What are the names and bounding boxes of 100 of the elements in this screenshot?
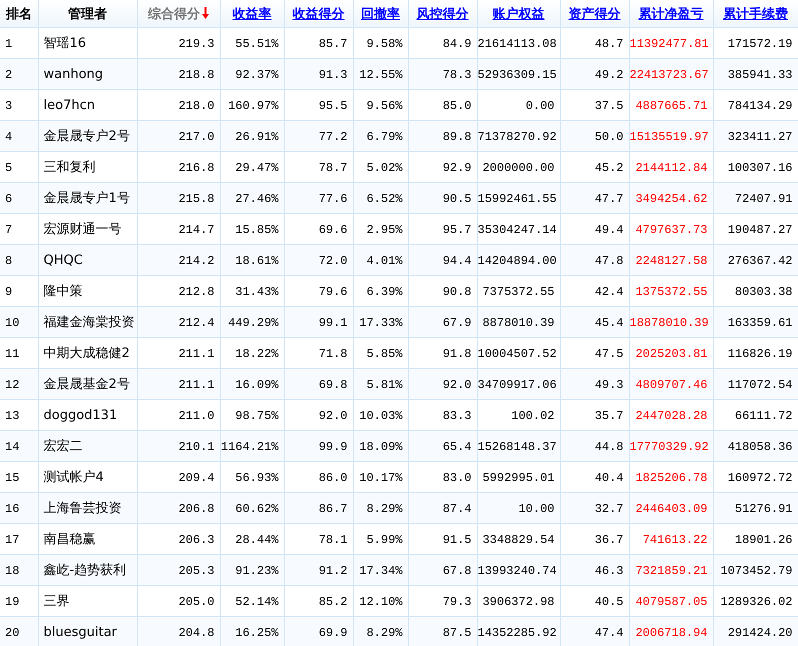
table-cell: 218.8 xyxy=(178,68,214,82)
table-cell: 10.03% xyxy=(359,408,402,422)
table-cell: 92.0 xyxy=(318,408,348,422)
table-cell: 26.91% xyxy=(235,130,278,144)
table-cell: 9 xyxy=(5,284,12,298)
table-cell: 4079587.05 xyxy=(635,594,708,608)
column-header: 管理者 xyxy=(68,6,107,20)
table-cell: 47.5 xyxy=(594,346,624,360)
table-cell: 2006718.94 xyxy=(635,626,708,640)
table-cell: 55.51% xyxy=(235,36,278,50)
table-cell: 78.7 xyxy=(318,160,348,174)
table-cell: 49.3 xyxy=(594,378,624,392)
table-cell: 12 xyxy=(5,378,20,392)
table-cell: 8878010.39 xyxy=(482,316,554,330)
table-cell: 1 xyxy=(5,36,12,50)
table-cell: 84.9 xyxy=(442,36,472,50)
table-cell: 87.5 xyxy=(442,626,472,640)
table-cell: 27.46% xyxy=(235,192,278,206)
table-cell: 15.85% xyxy=(235,222,278,236)
table-cell: 15 xyxy=(5,470,20,484)
table-cell: 86.7 xyxy=(318,502,348,516)
table-cell: 46.3 xyxy=(594,564,624,578)
table-cell: 0.00 xyxy=(526,98,554,112)
table-cell: 83.0 xyxy=(442,470,472,484)
table-cell: 85.2 xyxy=(318,594,348,608)
table-cell: 83.3 xyxy=(442,408,472,422)
table-cell: 45.4 xyxy=(594,316,624,330)
table-cell: 2 xyxy=(5,68,12,82)
table-cell: 6.52% xyxy=(366,192,402,206)
table-cell: 11392477.81 xyxy=(630,36,709,50)
table-cell: 69.9 xyxy=(318,626,348,640)
table-cell: 32.7 xyxy=(594,502,624,516)
table-cell: 215.8 xyxy=(178,192,214,206)
table-cell: 8.29% xyxy=(366,626,402,640)
table-cell: 4.01% xyxy=(366,254,402,268)
table-cell: 5.02% xyxy=(366,160,402,174)
table-cell: 12.10% xyxy=(359,594,402,608)
table-cell: 89.8 xyxy=(442,130,472,144)
table-cell: 20 xyxy=(5,626,20,640)
table-cell: 72.0 xyxy=(318,254,348,268)
table-cell: 52936309.15 xyxy=(478,68,557,82)
table-cell: 智瑶16 xyxy=(44,36,86,50)
table-cell: 5992995.01 xyxy=(482,470,554,484)
table-cell: 87.4 xyxy=(442,502,472,516)
table-cell: 18.09% xyxy=(359,440,402,454)
table-cell: bluesguitar xyxy=(44,624,117,640)
table-cell: leo7hcn xyxy=(44,98,95,112)
table-cell: 15992461.55 xyxy=(478,192,557,206)
table-cell: 21614113.08 xyxy=(478,36,557,50)
table-cell: 2447028.28 xyxy=(635,408,708,422)
table-cell: 6 xyxy=(5,192,12,206)
table-cell: 10.17% xyxy=(359,470,402,484)
table-cell: 91.5 xyxy=(442,532,472,546)
table-cell: 10 xyxy=(5,316,20,330)
table-cell: 7 xyxy=(5,222,12,236)
table-cell: 31.43% xyxy=(235,284,278,298)
sort-down-arrow-icon xyxy=(202,7,209,20)
table-cell: 4887665.71 xyxy=(635,98,708,112)
table-cell: 67.8 xyxy=(442,564,472,578)
table-cell: 18878010.39 xyxy=(630,316,709,330)
table-cell: 三和复利 xyxy=(44,160,96,174)
table-cell: 上海鲁芸投资 xyxy=(44,500,122,516)
table-cell: 91.8 xyxy=(442,346,472,360)
table-cell: 16.09% xyxy=(235,378,278,392)
table-cell: 85.7 xyxy=(318,36,348,50)
table-cell: 8.29% xyxy=(366,502,402,516)
table-cell: 90.8 xyxy=(442,284,472,298)
table-cell: 3348829.54 xyxy=(482,532,554,546)
table-cell: 9.58% xyxy=(366,36,402,50)
table-cell: 52.14% xyxy=(235,594,278,608)
table-cell: 205.3 xyxy=(178,564,214,578)
table-cell: 50.0 xyxy=(594,130,624,144)
table-cell: 211.0 xyxy=(178,408,214,422)
table-cell: 13 xyxy=(5,408,20,422)
table-cell: 金晨晟专户1号 xyxy=(44,190,130,206)
table-cell: 92.0 xyxy=(442,378,472,392)
table-cell: 14204894.00 xyxy=(478,254,557,268)
table-cell: 117072.54 xyxy=(728,378,792,392)
table-cell: 116826.19 xyxy=(728,346,792,360)
table-cell: 214.2 xyxy=(178,254,214,268)
table-cell: 6.79% xyxy=(366,130,402,144)
table-cell: 91.2 xyxy=(318,564,348,578)
table-cell: 71378270.92 xyxy=(478,130,557,144)
table-cell: 9.56% xyxy=(366,98,402,112)
table-cell: 95.7 xyxy=(442,222,472,236)
table-cell: 1289326.02 xyxy=(720,594,792,608)
table-cell: 南昌稳赢 xyxy=(44,532,96,546)
table-cell: 85.0 xyxy=(442,98,472,112)
table-cell: 99.1 xyxy=(318,316,348,330)
table-cell: 6.39% xyxy=(366,284,402,298)
table-cell: 95.5 xyxy=(318,98,348,112)
table-cell: 79.3 xyxy=(442,594,472,608)
table-cell: 10004507.52 xyxy=(478,346,557,360)
table-cell: 35.7 xyxy=(594,408,624,422)
table-cell: 211.1 xyxy=(178,378,214,392)
table-cell: 17 xyxy=(5,532,20,546)
table-cell: 204.8 xyxy=(178,626,214,640)
table-cell: 17.34% xyxy=(359,564,402,578)
table-cell: 100.02 xyxy=(511,408,554,422)
table-cell: 2025203.81 xyxy=(635,346,708,360)
